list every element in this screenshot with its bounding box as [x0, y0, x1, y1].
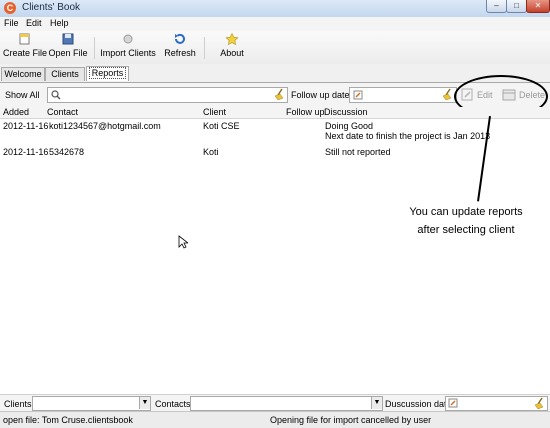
- cell-client: Koti CSE: [203, 121, 240, 131]
- follow-up-date-field[interactable]: [349, 87, 457, 103]
- menu-edit[interactable]: Edit: [26, 18, 42, 28]
- bottom-bar: Clients ▼ Contacts ▼ Duscussion date: [0, 394, 550, 412]
- contacts-label: Contacts: [155, 399, 191, 409]
- cell-client: Koti: [203, 147, 219, 157]
- menu-file[interactable]: File: [4, 18, 19, 28]
- clients-combo[interactable]: ▼: [32, 396, 151, 411]
- new-file-icon: [19, 33, 30, 45]
- status-left: open file: Tom Cruse.clientsbook: [3, 415, 133, 425]
- tab-welcome-label: Welcome: [4, 69, 42, 79]
- calendar-edit-icon: [448, 398, 458, 408]
- column-contact[interactable]: Contact: [47, 107, 78, 118]
- menu-help[interactable]: Help: [50, 18, 69, 28]
- annotation-text-line1: You can update reports: [409, 206, 523, 218]
- chevron-down-icon[interactable]: ▼: [371, 397, 382, 409]
- column-added[interactable]: Added: [3, 107, 29, 118]
- mouse-cursor-icon: [178, 235, 188, 249]
- show-all-link[interactable]: Show All: [5, 90, 40, 100]
- chevron-down-icon[interactable]: ▼: [139, 397, 150, 409]
- open-file-button[interactable]: Open File: [48, 33, 88, 62]
- clients-label: Clients: [4, 399, 32, 409]
- about-label: About: [220, 48, 244, 58]
- import-icon: [123, 34, 133, 44]
- cell-added: 2012-11-16: [3, 121, 49, 131]
- star-icon: [225, 33, 239, 45]
- status-bar: open file: Tom Cruse.clientsbook Opening…: [0, 411, 550, 428]
- tab-clients-label: Clients: [51, 69, 79, 79]
- contacts-combo[interactable]: ▼: [190, 396, 383, 411]
- import-clients-button[interactable]: Import Clients: [99, 33, 157, 62]
- tab-reports-label: Reports: [88, 67, 127, 79]
- create-file-label: Create File: [3, 48, 48, 58]
- tab-clients[interactable]: Clients: [45, 67, 85, 81]
- import-clients-label: Import Clients: [100, 48, 156, 58]
- table-header: Added Contact Client Follow up Discussio…: [0, 107, 550, 119]
- cell-contact: 5342678: [49, 147, 85, 157]
- cell-added: 2012-11-16: [3, 147, 49, 157]
- clear-broom-icon[interactable]: [534, 397, 546, 410]
- discussion-date-label: Duscussion date: [385, 399, 452, 409]
- maximize-button[interactable]: □: [506, 0, 527, 13]
- table-row[interactable]: 2012-11-16 5342678 Koti Still not report…: [0, 146, 550, 158]
- cell-discussion-line2: Next date to finish the project is Jan 2…: [325, 131, 491, 141]
- follow-up-date-label: Follow up date: [291, 90, 350, 100]
- tab-reports[interactable]: Reports: [86, 66, 129, 81]
- search-input[interactable]: [47, 87, 288, 103]
- status-right: Opening file for import cancelled by use…: [270, 415, 432, 425]
- cell-contact: koti1234567@hotgmail.com: [49, 121, 161, 131]
- open-file-label: Open File: [48, 48, 88, 58]
- menu-bar: File Edit Help: [0, 17, 550, 31]
- close-button[interactable]: ✕: [526, 0, 550, 13]
- cell-discussion: Still not reported: [325, 147, 391, 157]
- column-client[interactable]: Client: [203, 107, 226, 118]
- clear-broom-icon[interactable]: [442, 88, 454, 101]
- refresh-label: Refresh: [164, 48, 196, 58]
- create-file-button[interactable]: Create File: [3, 33, 48, 62]
- minimize-button[interactable]: –: [486, 0, 507, 13]
- refresh-icon: [175, 33, 185, 44]
- column-follow-up[interactable]: Follow up: [286, 107, 325, 118]
- annotation-text-line2: after selecting client: [417, 224, 515, 236]
- about-button[interactable]: About: [214, 33, 250, 62]
- discussion-date-field[interactable]: [445, 396, 548, 411]
- floppy-icon: [62, 33, 74, 45]
- toolbar: Create File Open File Import Clients Ref…: [0, 31, 550, 65]
- toolbar-separator: [204, 37, 205, 59]
- window-title: Clients' Book: [22, 2, 81, 13]
- column-discussion[interactable]: Discussion: [324, 107, 368, 118]
- tab-welcome[interactable]: Welcome: [1, 67, 45, 81]
- refresh-button[interactable]: Refresh: [162, 33, 198, 62]
- calendar-edit-icon: [353, 90, 363, 100]
- clear-broom-icon[interactable]: [274, 88, 286, 101]
- table-row[interactable]: 2012-11-16 koti1234567@hotgmail.com Koti…: [0, 120, 550, 143]
- toolbar-separator: [94, 37, 95, 59]
- search-icon: [51, 90, 61, 100]
- title-bar: C Clients' Book – □ ✕: [0, 0, 550, 18]
- app-icon: C: [4, 2, 16, 14]
